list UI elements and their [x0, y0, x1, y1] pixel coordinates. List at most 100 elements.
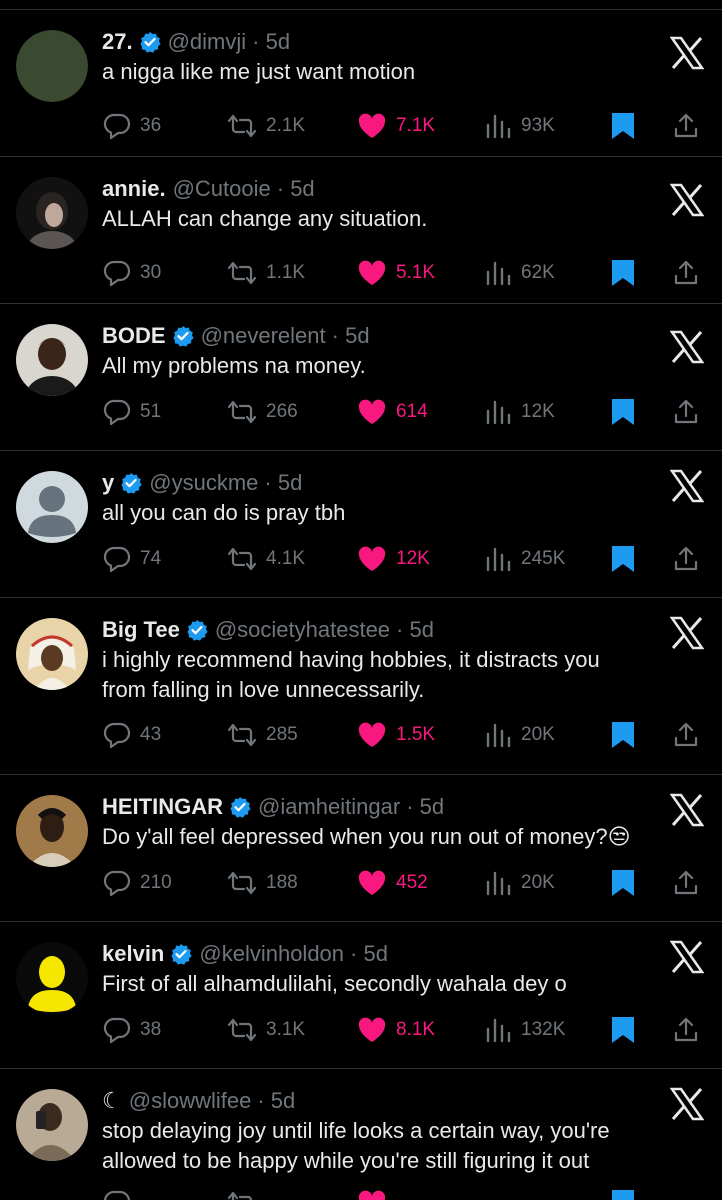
user-handle[interactable]: @kelvinholdon	[199, 940, 344, 968]
share-button[interactable]	[672, 543, 708, 575]
like-button[interactable]: 5.1K	[356, 257, 435, 289]
tweet-card[interactable]: ☾ @slowwlifee · 5d stop delaying joy unt…	[0, 1069, 722, 1200]
user-handle[interactable]: @slowwlifee	[129, 1087, 252, 1115]
views-button[interactable]: 62K	[485, 257, 555, 289]
bookmark-button[interactable]	[610, 257, 644, 289]
share-button[interactable]	[672, 257, 708, 289]
like-button[interactable]: 7.1K	[356, 110, 435, 142]
avatar[interactable]	[16, 177, 88, 249]
timestamp[interactable]: · 5d	[257, 1087, 295, 1115]
retweet-count: 2.1K	[266, 115, 306, 136]
retweet-button[interactable]: 188	[226, 867, 298, 899]
timestamp[interactable]: · 5d	[396, 616, 434, 644]
bookmark-button[interactable]	[610, 1014, 644, 1046]
share-button[interactable]	[672, 396, 708, 428]
bookmark-button[interactable]	[610, 543, 644, 575]
views-button[interactable]: 12K	[485, 396, 555, 428]
display-name[interactable]: 27.	[102, 28, 133, 56]
tweet-card[interactable]: annie. @Cutooie · 5d ALLAH can change an…	[0, 157, 722, 304]
like-button[interactable]: 614	[356, 396, 428, 428]
timestamp[interactable]: · 5d	[332, 322, 370, 350]
retweet-icon	[227, 261, 257, 285]
share-button[interactable]	[672, 110, 708, 142]
views-button[interactable]: 20K	[485, 867, 555, 899]
reply-button[interactable]: 210	[102, 867, 172, 899]
x-logo-icon	[670, 940, 704, 974]
like-button[interactable]	[356, 1187, 396, 1200]
timestamp[interactable]: · 5d	[277, 175, 315, 203]
tweet-text-line: a nigga like me just want motion	[102, 59, 416, 84]
verified-badge-icon	[172, 326, 194, 347]
bookmark-button[interactable]	[610, 396, 644, 428]
retweet-button[interactable]	[226, 1187, 266, 1200]
user-handle[interactable]: @Cutooie	[173, 175, 271, 203]
display-name[interactable]: kelvin	[102, 940, 164, 968]
bookmark-button[interactable]	[610, 110, 644, 142]
display-name[interactable]: y	[102, 469, 114, 497]
reply-button[interactable]: 51	[102, 396, 161, 428]
display-name[interactable]: Big Tee	[102, 616, 180, 644]
avatar[interactable]	[16, 471, 88, 543]
share-button[interactable]	[672, 867, 708, 899]
like-button[interactable]: 12K	[356, 543, 430, 575]
display-name[interactable]: BODE	[102, 322, 166, 350]
bookmark-filled-icon	[612, 113, 634, 139]
avatar[interactable]	[16, 795, 88, 867]
reply-button[interactable]: 30	[102, 257, 161, 289]
reply-button[interactable]: 38	[102, 1014, 161, 1046]
reply-button[interactable]	[102, 1187, 140, 1200]
share-button[interactable]	[672, 719, 708, 751]
avatar[interactable]	[16, 324, 88, 396]
reply-button[interactable]: 36	[102, 110, 161, 142]
user-handle[interactable]: @dimvji	[168, 28, 247, 56]
timestamp[interactable]: · 5d	[264, 469, 302, 497]
tweet-text-line: allowed to be happy while you're still f…	[102, 1148, 590, 1173]
avatar[interactable]	[16, 30, 88, 102]
reply-count: 38	[140, 1019, 162, 1040]
timestamp[interactable]: · 5d	[350, 940, 388, 968]
retweet-button[interactable]: 3.1K	[226, 1014, 305, 1046]
display-name[interactable]: HEITINGAR	[102, 793, 223, 821]
bookmark-button[interactable]	[610, 1187, 644, 1200]
tweet-card[interactable]: HEITINGAR @iamheitingar · 5d Do y'all fe…	[0, 775, 722, 922]
like-button[interactable]: 1.5K	[356, 719, 435, 751]
reply-button[interactable]: 74	[102, 543, 161, 575]
tweet-card[interactable]: y @ysuckme · 5d all you can do is pray t…	[0, 451, 722, 598]
tweet-card[interactable]: kelvin @kelvinholdon · 5d First of all a…	[0, 922, 722, 1069]
avatar[interactable]	[16, 1089, 88, 1161]
retweet-button[interactable]: 266	[226, 396, 298, 428]
timestamp[interactable]: · 5d	[406, 793, 444, 821]
views-count: 62K	[521, 262, 555, 283]
display-name[interactable]: ☾	[102, 1087, 122, 1115]
like-button[interactable]: 452	[356, 867, 428, 899]
retweet-button[interactable]: 4.1K	[226, 543, 305, 575]
timestamp[interactable]: · 5d	[252, 28, 290, 56]
views-button[interactable]: 20K	[485, 719, 555, 751]
reply-button[interactable]: 43	[102, 719, 161, 751]
user-handle[interactable]: @neverelent	[201, 322, 326, 350]
reply-icon	[103, 1017, 131, 1044]
avatar[interactable]	[16, 942, 88, 1014]
bookmark-button[interactable]	[610, 867, 644, 899]
retweet-count: 285	[266, 724, 298, 745]
retweet-count: 3.1K	[266, 1019, 306, 1040]
retweet-button[interactable]: 1.1K	[226, 257, 305, 289]
like-button[interactable]: 8.1K	[356, 1014, 435, 1046]
reply-icon	[103, 870, 131, 897]
display-name[interactable]: annie.	[102, 175, 166, 203]
user-handle[interactable]: @societyhatestee	[215, 616, 390, 644]
views-button[interactable]: 245K	[485, 543, 565, 575]
tweet-card[interactable]: BODE @neverelent · 5d All my problems na…	[0, 304, 722, 451]
retweet-button[interactable]: 285	[226, 719, 298, 751]
avatar[interactable]	[16, 618, 88, 690]
tweet-card[interactable]: 27. @dimvji · 5d a nigga like me just wa…	[0, 10, 722, 157]
views-button[interactable]: 132K	[485, 1014, 565, 1046]
tweet-card[interactable]: Big Tee @societyhatestee · 5d i highly r…	[0, 598, 722, 775]
bookmark-button[interactable]	[610, 719, 644, 751]
views-button[interactable]: 93K	[485, 110, 555, 142]
retweet-button[interactable]: 2.1K	[226, 110, 305, 142]
user-handle[interactable]: @ysuckme	[149, 469, 258, 497]
retweet-count: 188	[266, 872, 298, 893]
share-button[interactable]	[672, 1014, 708, 1046]
user-handle[interactable]: @iamheitingar	[258, 793, 400, 821]
